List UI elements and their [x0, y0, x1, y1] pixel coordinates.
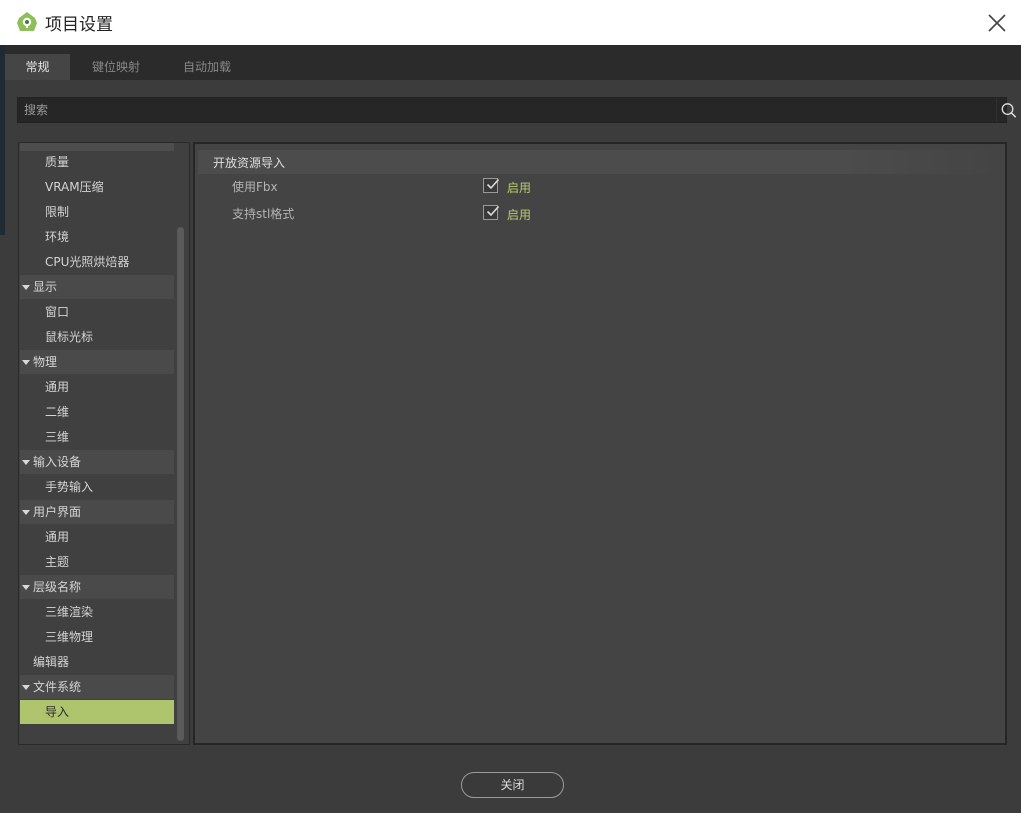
tree-section-input-devices[interactable]: 输入设备 [20, 450, 174, 474]
tree-item-quality[interactable]: 质量 [20, 150, 174, 174]
caret-down-icon[interactable] [22, 360, 30, 365]
tab-input-map[interactable]: 键位映射 [79, 54, 153, 80]
window-title: 项目设置 [45, 15, 113, 35]
close-button[interactable]: 关闭 [461, 772, 564, 798]
search-icon[interactable] [996, 98, 1020, 122]
tab-bar: 常规 键位映射 自动加载 [5, 45, 1021, 80]
tree-item-pointing[interactable]: 手势输入 [20, 475, 174, 499]
settings-tree: 质量 VRAM压缩 限制 环境 CPU光照烘焙器 显示 窗口 鼠标光标 物理 通… [18, 142, 190, 745]
tree-item-window[interactable]: 窗口 [20, 300, 174, 324]
tree-scrollbar[interactable] [177, 227, 184, 741]
app-logo-icon [17, 12, 37, 31]
tree-section-physics[interactable]: 物理 [20, 350, 174, 374]
tree-item-physics-common[interactable]: 通用 [20, 375, 174, 399]
tree-item-theme[interactable]: 主题 [20, 550, 174, 574]
tree-item-editor[interactable]: 编辑器 [20, 650, 174, 674]
caret-down-icon[interactable] [22, 585, 30, 590]
caret-down-icon[interactable] [22, 685, 30, 690]
check-icon [486, 178, 500, 190]
tree-section-layer-names[interactable]: 层级名称 [20, 575, 174, 599]
use-fbx-value[interactable]: 启用 [507, 179, 531, 196]
settings-panel: 开放资源导入 使用Fbx 启用 支持stl格式 启用 [193, 142, 1007, 745]
tree-section-filesystem[interactable]: 文件系统 [20, 675, 174, 699]
use-fbx-checkbox[interactable] [483, 178, 500, 193]
tree-section-label: 输入设备 [33, 455, 82, 469]
tree-section-display[interactable]: 显示 [20, 275, 174, 299]
caret-down-icon[interactable] [22, 285, 30, 290]
tree-item-3d-render[interactable]: 三维渲染 [20, 600, 174, 624]
tree-section-label: 文件系统 [33, 680, 82, 694]
tree-item-cpu-lightmapper[interactable]: CPU光照烘焙器 [20, 250, 174, 274]
tree-item-vram-compression[interactable]: VRAM压缩 [20, 175, 174, 199]
caret-down-icon[interactable] [22, 510, 30, 515]
section-title: 开放资源导入 [213, 156, 286, 170]
tree-item-gui-common[interactable]: 通用 [20, 525, 174, 549]
tree-item-physics-3d[interactable]: 三维 [20, 425, 174, 449]
search-input[interactable] [24, 98, 964, 122]
tree-item-mouse-cursor[interactable]: 鼠标光标 [20, 325, 174, 349]
tree-section-gui[interactable]: 用户界面 [20, 500, 174, 524]
section-header: 开放资源导入 [198, 150, 1002, 174]
stl-support-value[interactable]: 启用 [507, 206, 531, 223]
title-bar: 项目设置 [0, 0, 1021, 45]
tab-autoload[interactable]: 自动加载 [170, 54, 244, 80]
property-label-use-fbx: 使用Fbx [232, 180, 278, 194]
search-bar [17, 97, 1017, 123]
tree-section-label: 层级名称 [33, 580, 82, 594]
property-label-stl-support: 支持stl格式 [232, 207, 295, 221]
check-icon [486, 205, 500, 217]
tree-section-label: 用户界面 [33, 505, 82, 519]
tree-item-limits[interactable]: 限制 [20, 200, 174, 224]
tree-item-3d-physics[interactable]: 三维物理 [20, 625, 174, 649]
stl-support-checkbox[interactable] [483, 205, 500, 220]
tree-section-label: 显示 [33, 280, 58, 294]
close-icon[interactable] [985, 11, 1009, 35]
caret-down-icon[interactable] [22, 460, 30, 465]
tree-item-import[interactable]: 导入 [20, 700, 174, 724]
tree-section-label: 物理 [33, 355, 58, 369]
tree-item-environment[interactable]: 环境 [20, 225, 174, 249]
tab-general[interactable]: 常规 [5, 54, 70, 80]
tree-item-physics-2d[interactable]: 二维 [20, 400, 174, 424]
